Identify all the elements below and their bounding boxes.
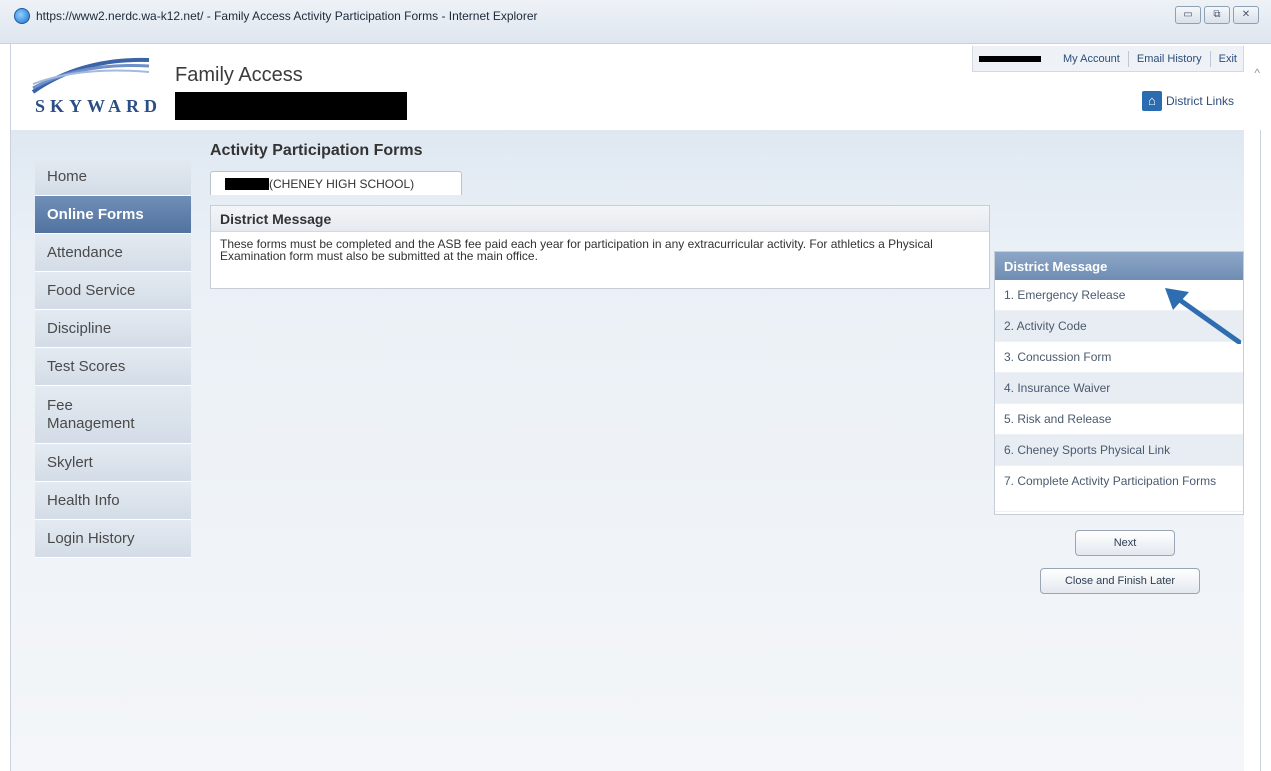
browser-title-bar: https://www2.nerdc.wa-k12.net/ - Family …: [0, 0, 1271, 44]
my-account-link[interactable]: My Account: [1063, 53, 1120, 65]
skyward-logo: SKYWARD: [35, 96, 163, 116]
step-concussion-form[interactable]: 3. Concussion Form: [995, 342, 1243, 373]
sidebar-item-discipline[interactable]: Discipline: [35, 310, 191, 348]
step-cheney-sports-physical-link[interactable]: 6. Cheney Sports Physical Link: [995, 435, 1243, 466]
top-links-divider: [1127, 50, 1129, 67]
building-icon: ⌂: [1141, 91, 1162, 111]
application-frame: SKYWARD Family Access My Account Email H…: [10, 44, 1262, 771]
sidebar-item-label: Fee Management: [47, 396, 135, 432]
sidebar-item-home[interactable]: Home: [35, 158, 191, 196]
step-insurance-waiver[interactable]: 4. Insurance Waiver: [995, 373, 1243, 404]
page-header: SKYWARD Family Access My Account Email H…: [11, 44, 1262, 130]
window-controls: ▭ ⧉ ✕: [1175, 6, 1259, 24]
district-links-label: District Links: [1165, 94, 1234, 108]
step-complete-forms[interactable]: 7. Complete Activity Participation Forms: [995, 466, 1243, 512]
redacted-name-block: [175, 92, 407, 120]
window-title: https://www2.nerdc.wa-k12.net/ - Family …: [36, 9, 538, 23]
maximize-button[interactable]: ⧉: [1204, 6, 1230, 24]
sidebar-item-online-forms[interactable]: Online Forms: [35, 196, 191, 234]
top-links-bar: My Account Email History Exit: [972, 46, 1244, 72]
sidebar-item-test-scores[interactable]: Test Scores: [35, 348, 191, 386]
top-links-divider: [1209, 50, 1211, 67]
scroll-up-arrow-icon[interactable]: ^: [1254, 66, 1260, 80]
next-button[interactable]: Next: [1075, 530, 1175, 556]
app-title: Family Access: [175, 64, 303, 86]
step-risk-and-release[interactable]: 5. Risk and Release: [995, 404, 1243, 435]
annotation-arrow-icon: [1165, 288, 1241, 344]
district-message-text: These forms must be completed and the AS…: [220, 237, 933, 263]
main-area: Home Online Forms Attendance Food Servic…: [11, 130, 1244, 771]
skyward-logo-swoosh-icon: [31, 57, 150, 94]
redacted-user-name: [979, 55, 1041, 62]
close-window-button[interactable]: ✕: [1233, 6, 1259, 24]
sidebar-item-skylert[interactable]: Skylert: [35, 444, 191, 482]
sidebar-item-fee-management[interactable]: Fee Management: [35, 386, 191, 444]
exit-link[interactable]: Exit: [1219, 53, 1237, 65]
page-title: Activity Participation Forms: [210, 142, 423, 159]
internet-explorer-icon: [14, 8, 30, 24]
close-and-finish-later-button[interactable]: Close and Finish Later: [1040, 568, 1200, 594]
sidebar-item-attendance[interactable]: Attendance: [35, 234, 191, 272]
district-message-title: District Message: [211, 206, 989, 232]
email-history-link[interactable]: Email History: [1137, 53, 1202, 65]
minimize-button[interactable]: ▭: [1175, 6, 1201, 24]
student-tab-label: (CHENEY HIGH SCHOOL): [269, 177, 415, 191]
steps-header[interactable]: District Message: [995, 252, 1243, 280]
student-tab[interactable]: (CHENEY HIGH SCHOOL): [210, 171, 462, 195]
district-message-panel: District Message These forms must be com…: [210, 205, 990, 289]
redacted-student-name: [225, 178, 269, 190]
district-links-link[interactable]: ⌂ District Links: [1141, 91, 1234, 111]
sidebar-item-health-info[interactable]: Health Info: [35, 482, 191, 520]
sidebar-nav: Home Online Forms Attendance Food Servic…: [35, 158, 191, 558]
sidebar-item-login-history[interactable]: Login History: [35, 520, 191, 558]
sidebar-item-food-service[interactable]: Food Service: [35, 272, 191, 310]
